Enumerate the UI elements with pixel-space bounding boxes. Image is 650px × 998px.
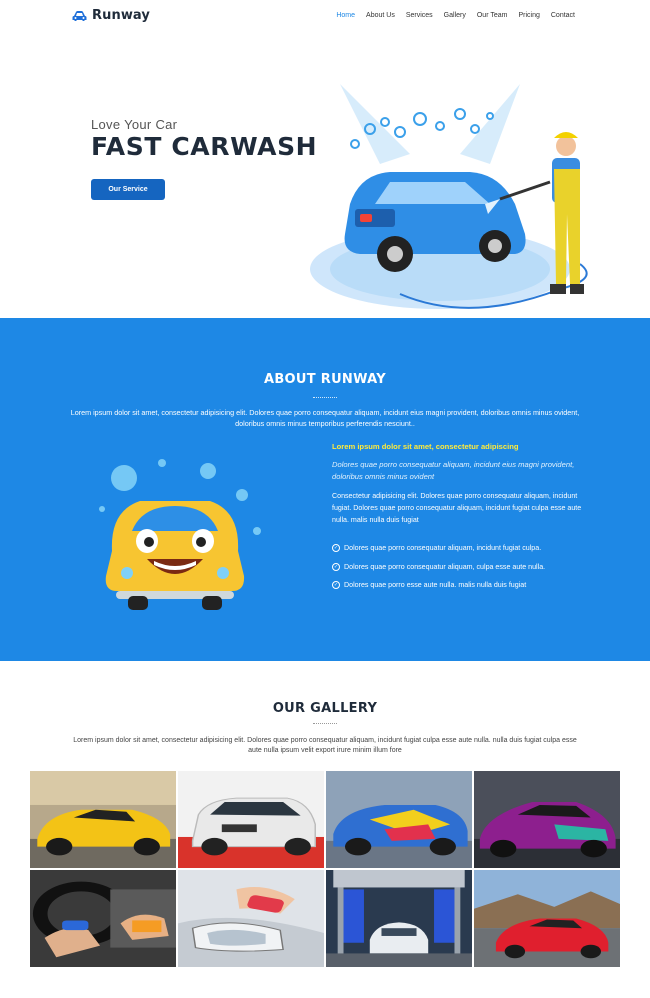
list-item-text: Dolores quae porro consequatur aliquam, … [344, 544, 542, 553]
gallery-image-purple-supercar[interactable] [474, 771, 620, 868]
hero-section: Love Your Car FAST CARWASH Our Service [0, 34, 650, 318]
carwash-illustration [310, 84, 588, 309]
hero-subtitle: Love Your Car [91, 117, 178, 132]
gallery-image-painted-coupe[interactable] [326, 771, 472, 868]
about-details: Lorem ipsum dolor sit amet, consectetur … [332, 442, 587, 595]
about-section: ABOUT RUNWAY Lorem ipsum dolor sit amet,… [0, 318, 650, 661]
check-circle-icon: ✓ [332, 544, 340, 553]
gallery-image-interior-cleaning[interactable] [30, 870, 176, 967]
check-circle-icon: ✓ [332, 581, 340, 590]
nav-contact[interactable]: Contact [551, 12, 575, 19]
gallery-image-wash-tunnel[interactable] [326, 870, 472, 967]
nav-gallery[interactable]: Gallery [444, 12, 466, 19]
hero-title: FAST CARWASH [91, 132, 318, 161]
gallery-title: OUR GALLERY [272, 701, 378, 716]
gallery-image-white-suv[interactable] [178, 771, 324, 868]
list-item: ✓ Dolores quae porro esse aute nulla. ma… [332, 576, 587, 595]
main-nav: Home About Us Services Gallery Our Team … [336, 12, 575, 19]
about-italic-text: Dolores quae porro consequatur aliquam, … [332, 460, 575, 481]
gallery-image-yellow-sports-car[interactable] [30, 771, 176, 868]
smiling-car-illustration [99, 459, 261, 610]
check-circle-icon: ✓ [332, 562, 340, 571]
about-lead: Lorem ipsum dolor sit amet, consectetur … [332, 442, 519, 451]
nav-about-us[interactable]: About Us [366, 12, 395, 19]
brand-name: Runway [92, 8, 150, 23]
nav-our-team[interactable]: Our Team [477, 12, 508, 19]
list-item: ✓ Dolores quae porro consequatur aliquam… [332, 558, 587, 577]
about-divider [313, 397, 337, 398]
car-icon [72, 10, 87, 21]
gallery-grid [30, 771, 620, 967]
gallery-divider [313, 723, 337, 724]
nav-pricing[interactable]: Pricing [518, 12, 539, 19]
nav-services[interactable]: Services [406, 12, 433, 19]
list-item-text: Dolores quae porro esse aute nulla. mali… [344, 581, 527, 590]
nav-home[interactable]: Home [336, 12, 355, 19]
about-paragraph: Consectetur adipisicing elit. Dolores qu… [332, 492, 582, 524]
brand-logo[interactable]: Runway [72, 8, 150, 23]
about-title: ABOUT RUNWAY [263, 372, 386, 387]
our-service-button[interactable]: Our Service [91, 179, 165, 200]
gallery-image-polishing-headlight[interactable] [178, 870, 324, 967]
about-feature-list: ✓ Dolores quae porro consequatur aliquam… [332, 539, 587, 595]
about-description: Lorem ipsum dolor sit amet, consectetur … [70, 408, 580, 428]
gallery-section: OUR GALLERY Lorem ipsum dolor sit amet, … [0, 661, 650, 998]
gallery-description: Lorem ipsum dolor sit amet, consectetur … [73, 737, 577, 754]
list-item: ✓ Dolores quae porro consequatur aliquam… [332, 539, 587, 558]
site-header: Runway Home About Us Services Gallery Ou… [0, 0, 650, 34]
list-item-text: Dolores quae porro consequatur aliquam, … [344, 562, 546, 571]
gallery-image-red-porsche[interactable] [474, 870, 620, 967]
